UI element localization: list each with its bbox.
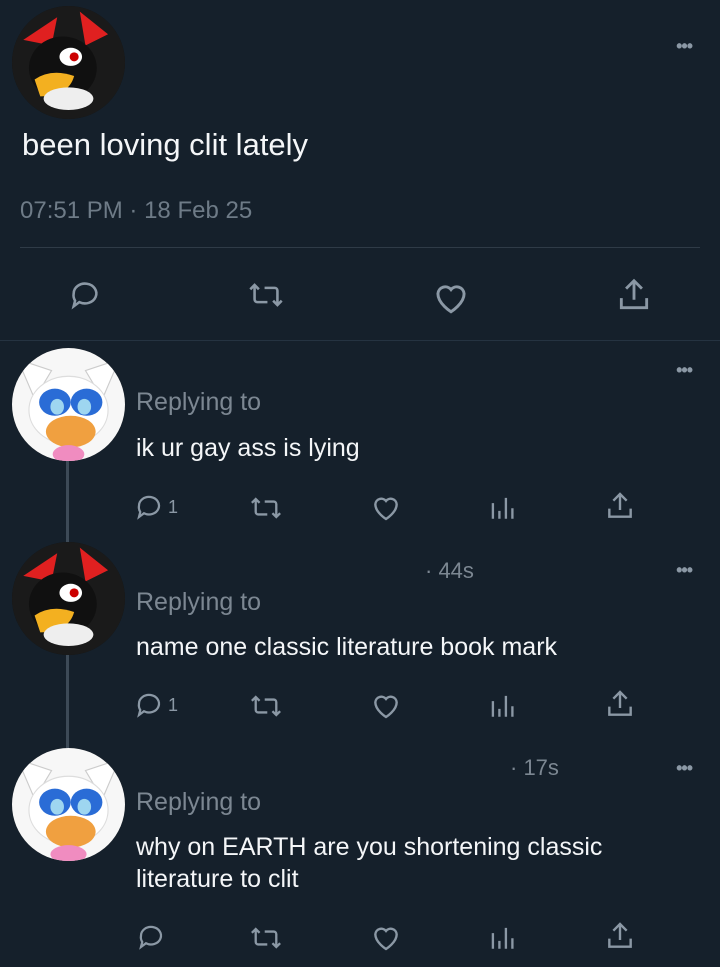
reply-count: 1 [168,496,179,517]
reply-button[interactable] [68,278,102,312]
reply-text: why on EARTH are you shortening classic … [136,831,602,895]
section-divider [0,340,720,341]
replying-to-label: Replying to [136,388,262,416]
replying-to-label: Replying to [136,788,262,816]
avatar-reply-2[interactable] [12,542,125,655]
heart-icon [374,927,398,951]
share-icon [608,922,632,948]
like-button[interactable] [370,492,402,522]
post-text: been loving clit lately [22,127,309,162]
retweet-button[interactable] [248,495,284,521]
reply-text-line-2: literature to clit [136,865,299,893]
reply-bubble-icon [137,495,161,520]
reply-timestamp: · 44s [425,558,474,583]
post-separator: · [129,197,138,224]
more-options-icon[interactable]: ••• [676,360,693,381]
avatar-reply-1[interactable] [12,348,125,461]
post-date: 18 Feb 25 [144,197,253,224]
views-button[interactable] [489,492,515,522]
more-options-icon[interactable]: ••• [676,560,693,581]
reply-button[interactable]: 1 [134,690,178,720]
avatar-author[interactable] [12,6,125,119]
reply-timestamp: · 17s [510,755,559,780]
post-time: 07:51 PM [20,197,123,224]
share-icon [619,278,649,310]
retweet-button[interactable] [246,280,286,310]
avatar-reply-3[interactable] [12,748,125,861]
reply-bubble-icon [139,925,163,950]
retweet-button[interactable] [248,693,284,719]
share-icon [608,690,632,716]
retweet-icon [251,695,281,717]
analytics-icon [491,497,514,519]
like-button[interactable] [370,690,402,720]
reply-text: name one classic literature book mark [136,633,558,661]
thread-line [66,455,69,555]
share-button[interactable] [605,920,635,952]
replying-to-label: Replying to [136,588,262,616]
reply-bubble-icon [137,693,161,718]
share-button[interactable] [605,490,635,522]
heart-icon [436,285,466,314]
retweet-icon [251,927,281,949]
post-meta: 07:51 PM · 18 Feb 25 [20,197,252,225]
reply-button[interactable] [136,922,166,952]
more-options-icon[interactable]: ••• [676,758,693,779]
retweet-icon [251,497,281,519]
views-button[interactable] [489,690,515,720]
retweet-icon [249,283,283,307]
reply-text-line-1: why on EARTH are you shortening classic [136,833,603,861]
reply-bubble-icon [71,282,98,310]
heart-icon [374,497,398,521]
thread-line [66,650,69,750]
divider [20,247,700,248]
more-options-icon[interactable]: ••• [676,36,693,57]
analytics-icon [491,927,514,949]
retweet-button[interactable] [248,925,284,951]
reply-count: 1 [168,694,179,715]
reply-text: ik ur gay ass is lying [136,434,360,462]
analytics-icon [491,695,514,717]
reply-button[interactable]: 1 [134,492,178,522]
share-button[interactable] [616,276,652,314]
heart-icon [374,695,398,719]
share-icon [608,492,632,518]
views-button[interactable] [489,922,515,952]
share-button[interactable] [605,688,635,720]
like-button[interactable] [370,922,402,952]
like-button[interactable] [431,279,471,315]
